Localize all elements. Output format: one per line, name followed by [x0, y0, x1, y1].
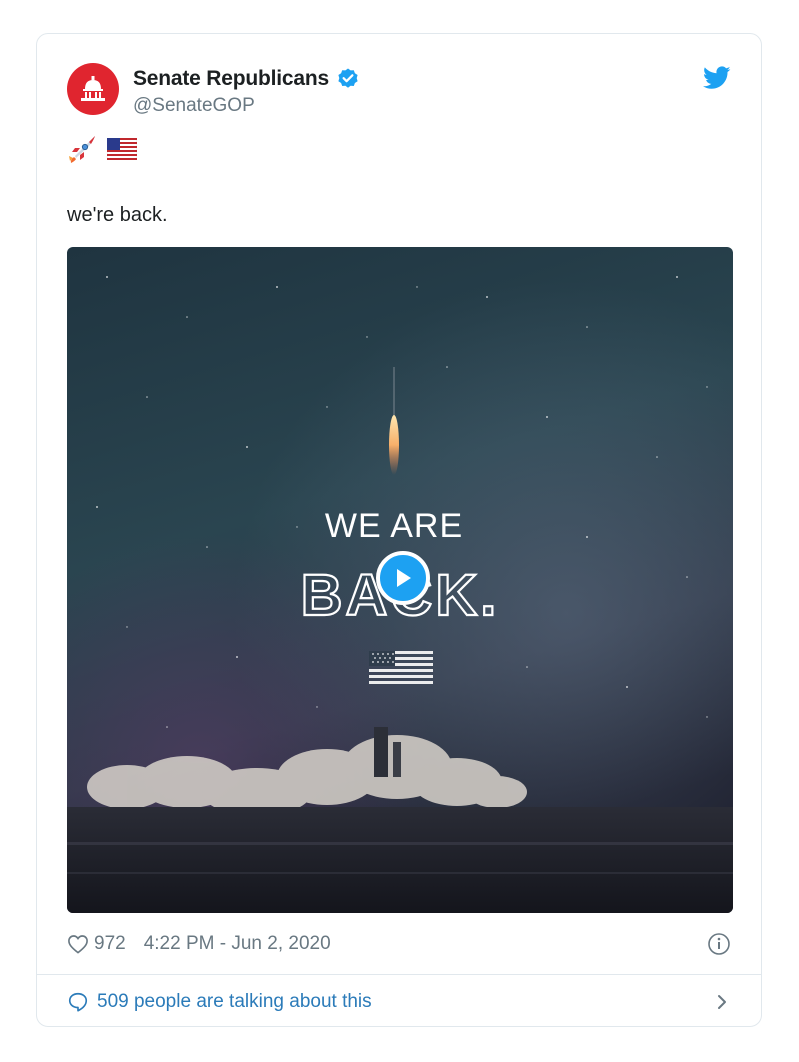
chevron-right-icon	[718, 995, 726, 1009]
emoji-row	[67, 134, 137, 164]
like-button[interactable]: 972	[67, 933, 126, 955]
us-flag-emoji-icon	[107, 138, 137, 160]
play-icon	[397, 569, 411, 587]
capitol-icon	[81, 76, 105, 101]
footer-divider	[37, 974, 761, 975]
avatar[interactable]	[67, 63, 119, 115]
twitter-bird-icon[interactable]	[703, 66, 731, 90]
tweet-text: we're back.	[67, 204, 168, 226]
conversation-link[interactable]: 509 people are talking about this	[67, 987, 731, 1017]
tweet-meta-row: 972 4:22 PM - Jun 2, 2020	[67, 929, 731, 959]
like-count: 972	[94, 933, 126, 954]
play-button[interactable]	[376, 551, 430, 605]
rocket-emoji-icon	[69, 136, 95, 163]
video-thumbnail[interactable]: WE ARE BACK.	[67, 247, 733, 913]
info-icon[interactable]	[707, 932, 731, 956]
author-row: Senate Republicans	[133, 67, 360, 91]
author-name[interactable]: Senate Republicans	[133, 67, 329, 91]
speech-bubble-icon	[68, 992, 88, 1012]
overlay-line-1: WE ARE	[325, 507, 463, 545]
tweet-card: Senate Republicans @SenateGOP we're back…	[36, 33, 762, 1027]
verified-badge-icon	[338, 68, 358, 88]
tweet-timestamp[interactable]: 4:22 PM - Jun 2, 2020	[144, 933, 331, 955]
heart-icon	[68, 935, 88, 954]
conversation-text: 509 people are talking about this	[97, 991, 372, 1012]
author-handle[interactable]: @SenateGOP	[133, 95, 255, 117]
